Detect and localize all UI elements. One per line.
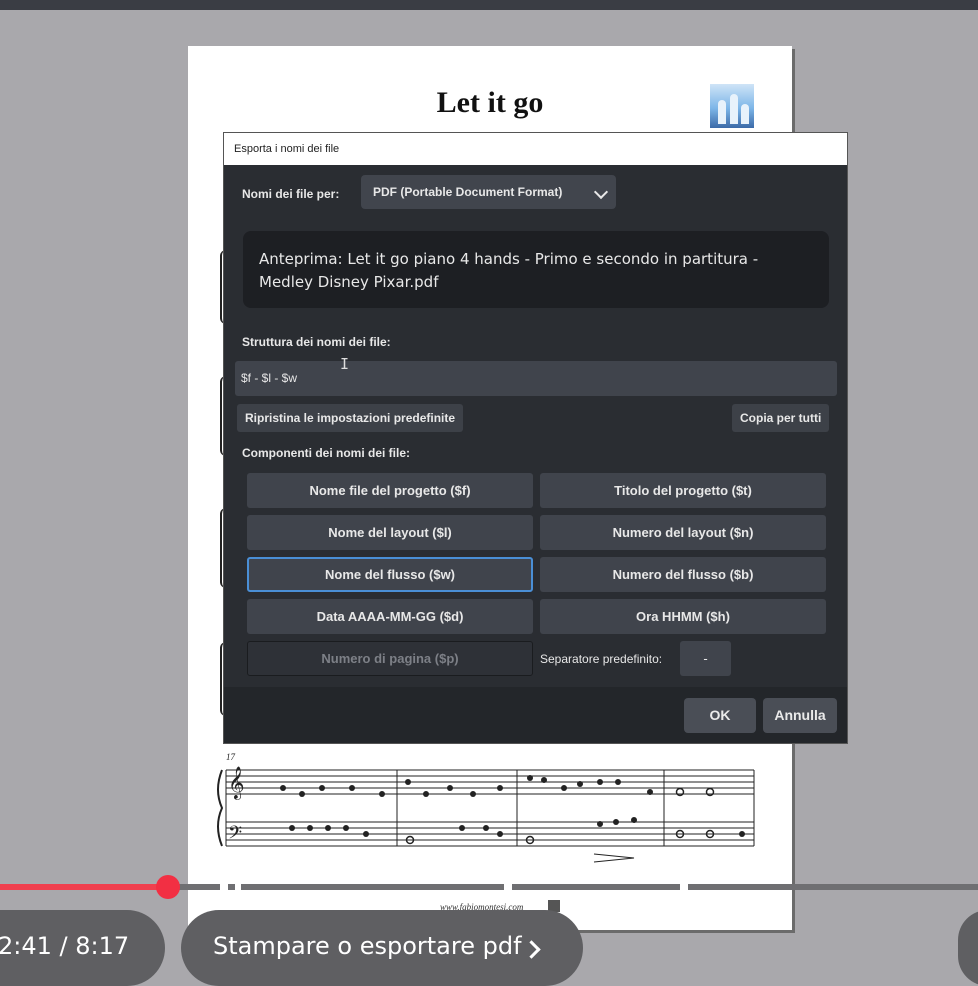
- time-display: 2:41 / 8:17: [0, 910, 165, 986]
- component-time-button[interactable]: Ora HHMM ($h): [540, 599, 826, 634]
- component-flow-name-button[interactable]: Nome del flusso ($w): [247, 557, 533, 592]
- reset-defaults-button[interactable]: Ripristina le impostazioni predefinite: [237, 404, 464, 432]
- dialog-footer: OK Annulla: [224, 687, 847, 743]
- component-flow-number-button[interactable]: Numero del flusso ($b): [540, 557, 826, 592]
- export-filenames-dialog: Esporta i nomi dei file Nomi dei file pe…: [224, 133, 847, 743]
- dialog-title: Esporta i nomi dei file: [224, 133, 847, 165]
- progress-segment: [512, 884, 680, 890]
- filename-structure-input[interactable]: $f - $l - $w: [235, 361, 837, 396]
- component-project-filename-button[interactable]: Nome file del progetto ($f): [247, 473, 533, 508]
- component-page-number-button[interactable]: Numero di pagina ($p): [247, 641, 533, 676]
- score-title: Let it go: [436, 86, 544, 119]
- measure-number: 17: [226, 752, 236, 762]
- chevron-right-icon: [522, 940, 541, 959]
- svg-text:𝄞: 𝄞: [228, 766, 245, 800]
- ok-button[interactable]: OK: [684, 698, 756, 733]
- format-select-value: PDF (Portable Document Format): [373, 185, 563, 199]
- chapter-title: Stampare o esportare pdf: [213, 932, 522, 960]
- music-staff-system: 17 𝄞 𝄢: [217, 752, 755, 863]
- format-select[interactable]: PDF (Portable Document Format): [361, 175, 616, 209]
- filename-preview: Anteprima: Let it go piano 4 hands - Pri…: [243, 231, 829, 308]
- cancel-button[interactable]: Annulla: [763, 698, 837, 733]
- chapter-button[interactable]: Stampare o esportare pdf: [181, 910, 583, 986]
- text-cursor-icon: I: [340, 355, 350, 373]
- separator-label: Separatore predefinito:: [540, 652, 663, 666]
- structure-label: Struttura dei nomi dei file:: [242, 335, 391, 349]
- cover-thumbnail: [710, 84, 754, 128]
- copy-for-all-button[interactable]: Copia per tutti: [732, 404, 830, 432]
- progress-played: [0, 884, 167, 890]
- dialog-body: Nomi dei file per: PDF (Portable Documen…: [224, 165, 847, 743]
- progress-segment: [228, 884, 235, 890]
- window-top-bar: [0, 0, 978, 10]
- component-project-title-button[interactable]: Titolo del progetto ($t): [540, 473, 826, 508]
- video-progress-bar[interactable]: [0, 875, 978, 899]
- time-text: 2:41 / 8:17: [0, 932, 130, 960]
- components-label: Componenti dei nomi dei file:: [242, 446, 410, 460]
- component-date-button[interactable]: Data AAAA-MM-GG ($d): [247, 599, 533, 634]
- component-layout-name-button[interactable]: Nome del layout ($l): [247, 515, 533, 550]
- progress-segment: [688, 884, 978, 890]
- svg-text:𝄢: 𝄢: [228, 823, 242, 848]
- player-control-button[interactable]: [958, 910, 978, 986]
- filenames-for-label: Nomi dei file per:: [242, 187, 340, 201]
- component-layout-number-button[interactable]: Numero del layout ($n): [540, 515, 826, 550]
- scrubber-handle[interactable]: [156, 875, 180, 899]
- progress-segment: [241, 884, 504, 890]
- chevron-down-icon: [593, 184, 609, 200]
- separator-input[interactable]: -: [680, 641, 731, 676]
